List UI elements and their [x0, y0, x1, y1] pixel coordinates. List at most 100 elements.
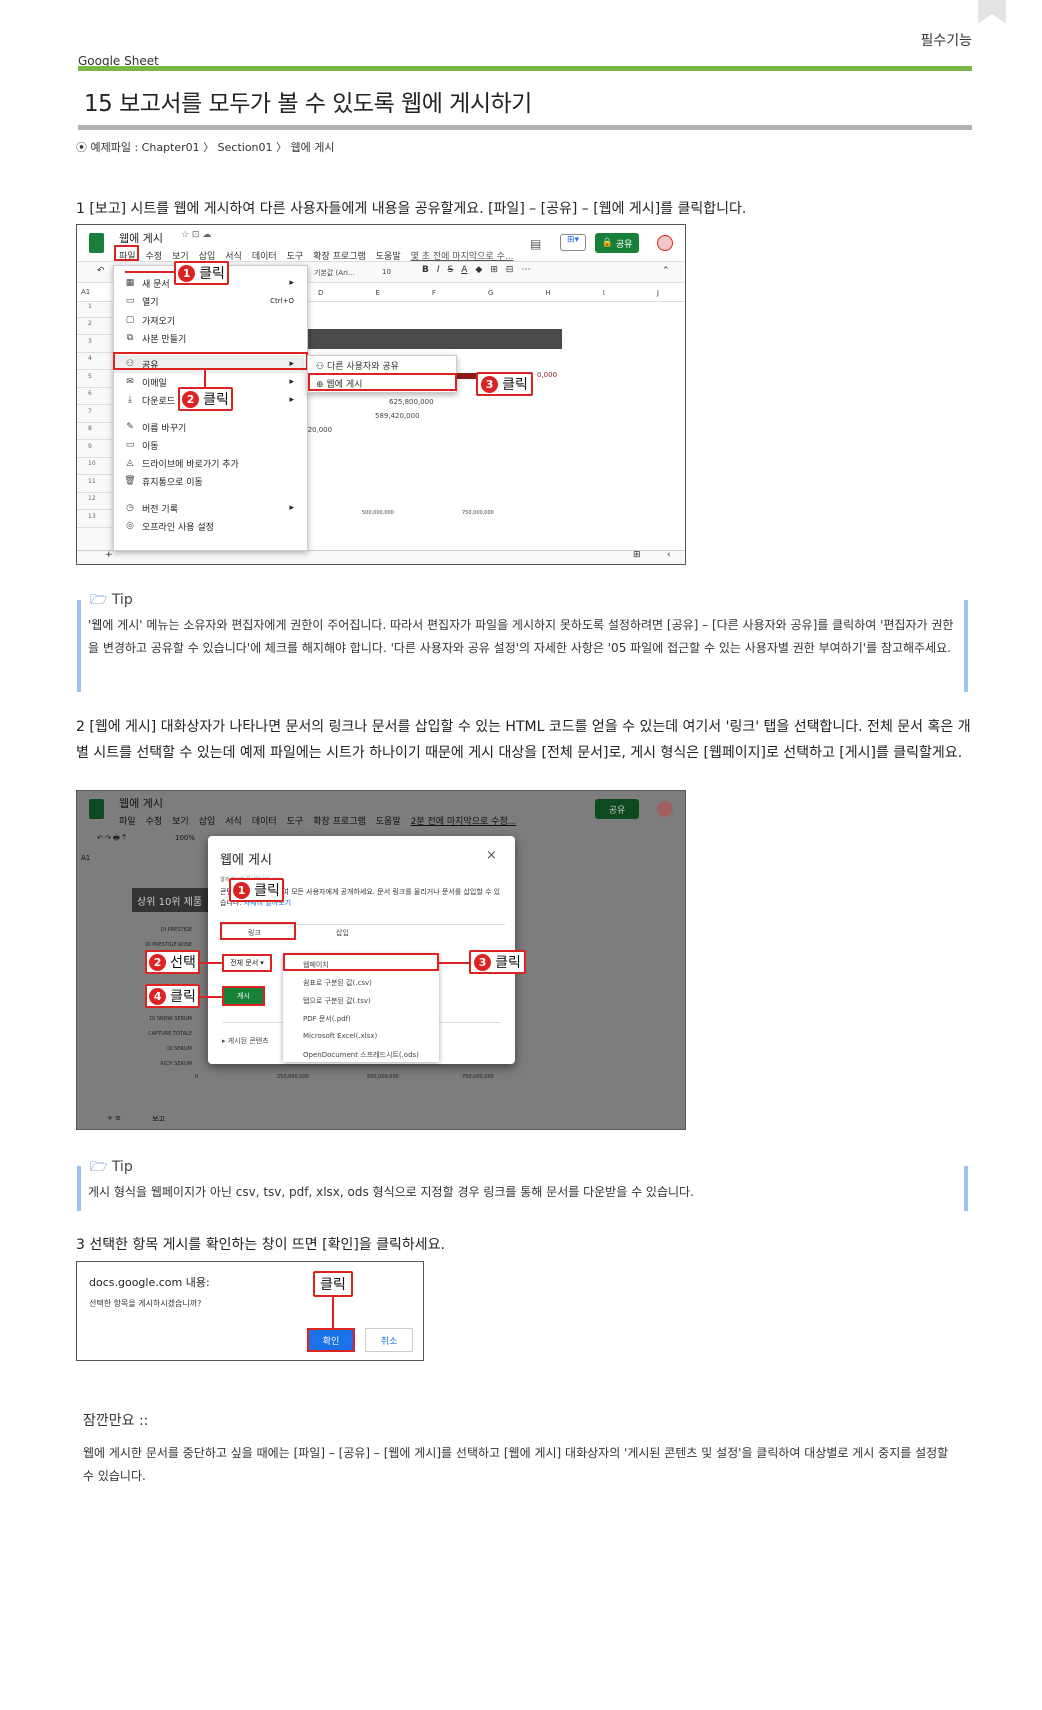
row-header[interactable]: 10: [77, 460, 113, 475]
bookmark-icon: [978, 0, 1006, 24]
menu-extensions[interactable]: 확장 프로그램: [313, 814, 366, 827]
menu-item-offline[interactable]: ◎ 오프라인 사용 설정: [114, 517, 304, 535]
undo-icon[interactable]: ↶: [97, 266, 105, 276]
text-color-icon[interactable]: A: [461, 265, 467, 275]
row-header[interactable]: 6: [77, 390, 113, 405]
row-header[interactable]: 4: [77, 355, 113, 370]
callout-connector: [125, 271, 174, 273]
ok-button[interactable]: 확인: [307, 1328, 355, 1352]
zoom-select[interactable]: 100%: [175, 834, 195, 842]
step2-text: 2 [웹에 게시] 대화상자가 나타나면 문서의 링크나 문서를 삽입할 수 있…: [76, 719, 971, 761]
confirm-origin: docs.google.com 내용:: [89, 1276, 210, 1289]
callout-label: 클릭: [495, 955, 521, 971]
row-header[interactable]: 3: [77, 338, 113, 353]
cell-reference[interactable]: A1: [81, 854, 90, 862]
row-header[interactable]: 2: [77, 320, 113, 335]
scope-select[interactable]: 전체 문서 ▾: [222, 954, 272, 972]
format-option-ods[interactable]: OpenDocument 스프레드시트(.ods): [303, 1050, 419, 1060]
trash-icon: 🗑: [124, 476, 136, 486]
menu-edit[interactable]: 수정: [146, 814, 163, 827]
borders-icon[interactable]: ⊞: [490, 265, 498, 275]
cancel-button[interactable]: 취소: [365, 1328, 413, 1352]
last-edit-link[interactable]: 2분 전에 마지막으로 수정...: [411, 814, 517, 827]
undo-redo-icons[interactable]: ↶ ↷ 🖶 ⍑: [97, 834, 126, 845]
product-label: RICH SERUM: [160, 1061, 192, 1067]
menu-insert[interactable]: 삽입: [199, 814, 216, 827]
present-button[interactable]: ⊞▾: [560, 234, 586, 251]
col-header[interactable]: E: [375, 289, 379, 297]
avatar[interactable]: [657, 235, 673, 251]
row-header[interactable]: 9: [77, 443, 113, 458]
share-button[interactable]: 공유: [595, 799, 639, 819]
header-rule: [78, 66, 972, 71]
menu-tools[interactable]: 도구: [287, 814, 304, 827]
font-select[interactable]: 기본값 (Ari...: [314, 268, 355, 278]
col-header[interactable]: H: [545, 289, 550, 297]
menu-item-rename[interactable]: ✎ 이름 바꾸기: [114, 418, 304, 436]
format-option-xlsx[interactable]: Microsoft Excel(.xlsx): [303, 1032, 377, 1040]
row-header[interactable]: 1: [77, 303, 113, 318]
axis-tick: 500,000,000: [367, 1074, 399, 1080]
close-icon[interactable]: ×: [486, 848, 497, 863]
italic-icon[interactable]: I: [437, 265, 440, 275]
share-button[interactable]: 🔒 공유: [595, 233, 639, 253]
publish-button[interactable]: 게시: [222, 986, 265, 1006]
fill-icon[interactable]: ◆: [475, 265, 482, 275]
menu-format[interactable]: 서식: [225, 814, 242, 827]
callout-select-2: 2 선택: [145, 950, 200, 974]
menu-item-trash[interactable]: 🗑 휴지통으로 이동: [114, 472, 304, 490]
col-header[interactable]: F: [432, 289, 436, 297]
merge-icon[interactable]: ⊟: [506, 265, 514, 275]
menu-data[interactable]: 데이터: [252, 814, 277, 827]
menu-item-drive-shortcut[interactable]: ◬ 드라이브에 바로가기 추가: [114, 454, 304, 472]
row-header[interactable]: 5: [77, 373, 113, 388]
row-header[interactable]: 11: [77, 478, 113, 493]
col-header[interactable]: I: [603, 289, 605, 297]
callout-click: 클릭: [313, 1271, 353, 1297]
submenu-share-others[interactable]: ⚇ 다른 사용자와 공유: [316, 359, 399, 372]
menu-help[interactable]: 도움말: [376, 814, 401, 827]
submenu-label: 다른 사용자와 공유: [326, 362, 399, 372]
cell-reference[interactable]: A1: [81, 288, 90, 296]
row-header[interactable]: 8: [77, 425, 113, 440]
more-icon[interactable]: ⋯: [521, 265, 530, 275]
tab-embed[interactable]: 삽입: [336, 928, 349, 938]
sheet-tabs-bar: [77, 550, 685, 564]
menu-item-version-history[interactable]: ◷ 버전 기록 ▸: [114, 499, 304, 517]
col-header[interactable]: D: [318, 289, 323, 297]
sheet-tab-report[interactable]: 보고: [152, 1114, 165, 1124]
menu-view[interactable]: 보기: [172, 814, 189, 827]
menu-item-copy[interactable]: ⧉ 사본 만들기: [114, 329, 304, 347]
menu-file[interactable]: 파일: [119, 814, 136, 827]
menubar: 파일 수정 보기 삽입 서식 데이터 도구 확장 프로그램 도움말 2분 전에 …: [119, 814, 516, 827]
submenu-arrow: ▸: [289, 278, 294, 288]
format-option-csv[interactable]: 쉼표로 구분된 값(.csv): [303, 978, 372, 988]
callout-click-4: 4 클릭: [145, 984, 200, 1008]
col-header[interactable]: J: [657, 289, 659, 297]
explore-icon[interactable]: ⊞: [633, 550, 641, 560]
published-settings-toggle[interactable]: ▸ 게시된 콘텐츠: [222, 1036, 269, 1046]
format-option-pdf[interactable]: PDF 문서(.pdf): [303, 1014, 351, 1024]
callout-label: 클릭: [502, 377, 528, 393]
col-header[interactable]: G: [488, 289, 493, 297]
add-sheet-icon[interactable]: + ≡: [107, 1114, 121, 1122]
menu-item-label: 가져오기: [142, 316, 176, 327]
row-header[interactable]: 7: [77, 408, 113, 423]
menu-item-import[interactable]: ▢ 가져오기: [114, 311, 304, 329]
menu-item-label: 다운로드: [142, 396, 176, 407]
menu-item-move[interactable]: ▭ 이동: [114, 436, 304, 454]
row-header[interactable]: 12: [77, 495, 113, 510]
collapse-side-icon[interactable]: ‹: [667, 550, 671, 560]
collapse-icon[interactable]: ⌃: [662, 266, 670, 276]
avatar[interactable]: [657, 801, 673, 817]
bold-icon[interactable]: B: [422, 265, 429, 275]
row-header[interactable]: 13: [77, 513, 113, 528]
sheets-logo-icon: [89, 233, 104, 253]
comment-icon[interactable]: ▤: [530, 237, 541, 251]
font-size[interactable]: 10: [382, 268, 391, 276]
format-option-tsv[interactable]: 탭으로 구분된 값(.tsv): [303, 996, 371, 1006]
strike-icon[interactable]: S: [448, 265, 454, 275]
tip-bar-right: [964, 1166, 968, 1211]
add-sheet-icon[interactable]: +: [105, 550, 113, 560]
menu-item-open[interactable]: ▭ 열기 Ctrl+O: [114, 292, 304, 310]
